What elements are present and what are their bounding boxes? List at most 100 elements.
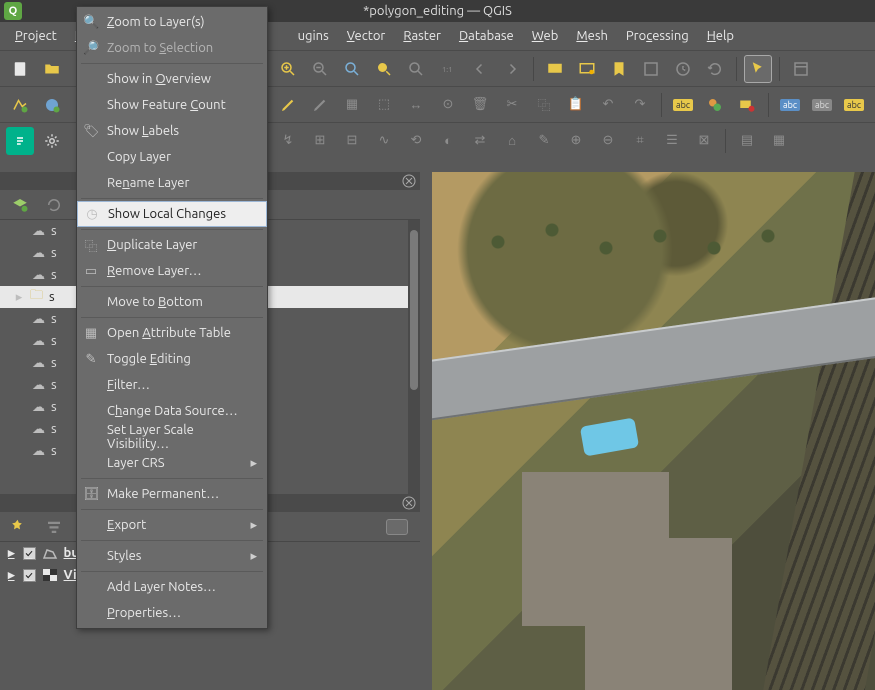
ctx-item-set-layer-scale-visibility[interactable]: Set Layer Scale Visibility… — [77, 424, 267, 450]
toggle-editing-button[interactable] — [274, 91, 302, 119]
cut-features-button[interactable]: ✂ — [498, 91, 526, 119]
label-tool-1-button[interactable]: abc — [669, 91, 697, 119]
adv-tool-8[interactable]: ⌂ — [498, 127, 526, 155]
new-bookmark-button[interactable] — [605, 55, 633, 83]
filter-legend-button[interactable] — [40, 513, 68, 541]
adv-tool-3[interactable]: ⊟ — [338, 127, 366, 155]
menu-mesh[interactable]: Mesh — [567, 25, 617, 47]
ctx-item-show-local-changes[interactable]: ◷Show Local Changes — [77, 201, 267, 227]
label-tool-3-button[interactable] — [733, 91, 761, 119]
ctx-item-make-permanent[interactable]: 🗄Make Permanent… — [77, 481, 267, 507]
open-project-button[interactable] — [38, 55, 66, 83]
menu-project[interactable]: Project — [6, 25, 66, 47]
ctx-item-show-in-overview[interactable]: Show in Overview — [77, 66, 267, 92]
ctx-item-copy-layer[interactable]: Copy Layer — [77, 144, 267, 170]
adv-tool-1[interactable]: ↯ — [274, 127, 302, 155]
map-canvas[interactable] — [432, 172, 875, 690]
move-feature-button[interactable]: ↔ — [402, 91, 430, 119]
adv-tool-7[interactable]: ⇄ — [466, 127, 494, 155]
refresh-browser-button[interactable] — [40, 191, 68, 219]
new-3d-view-button[interactable] — [573, 55, 601, 83]
label-tool-4-button[interactable]: abc — [776, 91, 804, 119]
menu-vector[interactable]: Vector — [338, 25, 395, 47]
keyboard-icon[interactable] — [386, 519, 408, 535]
ctx-item-zoom-to-layer-s[interactable]: 🔍Zoom to Layer(s) — [77, 9, 267, 35]
add-raster-layer-button[interactable] — [38, 91, 66, 119]
zoom-native-button[interactable]: 1:1 — [434, 55, 462, 83]
refresh-button[interactable] — [701, 55, 729, 83]
ctx-item-rename-layer[interactable]: Rename Layer — [77, 170, 267, 196]
node-tool-button[interactable]: ⊙ — [434, 91, 462, 119]
save-edits-button[interactable] — [306, 91, 334, 119]
ctx-item-filter[interactable]: Filter… — [77, 372, 267, 398]
adv-tool-4[interactable]: ∿ — [370, 127, 398, 155]
paste-features-button[interactable]: 📋 — [562, 91, 590, 119]
ctx-item-layer-crs[interactable]: Layer CRS▸ — [77, 450, 267, 476]
panel-close-icon[interactable] — [402, 174, 416, 188]
ctx-item-export[interactable]: Export▸ — [77, 512, 267, 538]
zoom-full-button[interactable] — [338, 55, 366, 83]
menu-help[interactable]: Help — [698, 25, 743, 47]
zoom-last-button[interactable] — [466, 55, 494, 83]
digitize-button[interactable]: ⬚ — [370, 91, 398, 119]
adv-tool-12[interactable]: ⌗ — [626, 127, 654, 155]
ctx-item-open-attribute-table[interactable]: ▦Open Attribute Table — [77, 320, 267, 346]
menu-database[interactable]: Database — [450, 25, 523, 47]
label-tool-6-button[interactable]: abc — [840, 91, 868, 119]
adv-tool-15[interactable]: ▤ — [733, 127, 761, 155]
adv-tool-9[interactable]: ✎ — [530, 127, 558, 155]
label-tool-2-button[interactable] — [701, 91, 729, 119]
expand-triangle-icon[interactable]: ▸ — [8, 546, 15, 561]
menu-plugins[interactable]: ugins — [289, 25, 338, 47]
ctx-item-remove-layer[interactable]: ▭Remove Layer… — [77, 258, 267, 284]
ctx-item-styles[interactable]: Styles▸ — [77, 543, 267, 569]
settings-button[interactable] — [38, 127, 66, 155]
zoom-layer-button[interactable] — [402, 55, 430, 83]
adv-tool-2[interactable]: ⊞ — [306, 127, 334, 155]
undo-button[interactable]: ↶ — [594, 91, 622, 119]
panel-extra-button[interactable] — [787, 55, 815, 83]
menu-raster[interactable]: Raster — [394, 25, 450, 47]
adv-tool-10[interactable]: ⊕ — [562, 127, 590, 155]
ctx-item-toggle-editing[interactable]: ✎Toggle Editing — [77, 346, 267, 372]
zoom-out-button[interactable] — [306, 55, 334, 83]
zoom-in-button[interactable] — [274, 55, 302, 83]
expand-triangle-icon[interactable]: ▸ — [14, 290, 24, 305]
expand-triangle-icon[interactable]: ▸ — [8, 568, 15, 583]
data-source-manager-button[interactable] — [6, 127, 34, 155]
ctx-item-show-labels[interactable]: 🏷Show Labels — [77, 118, 267, 144]
ctx-item-duplicate-layer[interactable]: ⿻Duplicate Layer — [77, 232, 267, 258]
add-layer-button[interactable] — [6, 191, 34, 219]
adv-tool-14[interactable]: ⊠ — [690, 127, 718, 155]
menu-web[interactable]: Web — [523, 25, 568, 47]
add-vector-layer-button[interactable] — [6, 91, 34, 119]
adv-tool-11[interactable]: ⊖ — [594, 127, 622, 155]
zoom-next-button[interactable] — [498, 55, 526, 83]
menu-processing[interactable]: Processing — [617, 25, 698, 47]
ctx-item-properties[interactable]: Properties… — [77, 600, 267, 626]
ctx-item-add-layer-notes[interactable]: Add Layer Notes… — [77, 574, 267, 600]
copy-features-button[interactable]: ⿻ — [530, 91, 558, 119]
new-map-view-button[interactable] — [541, 55, 569, 83]
zoom-selection-button[interactable] — [370, 55, 398, 83]
adv-tool-5[interactable]: ⟲ — [402, 127, 430, 155]
ctx-item-move-to-bottom[interactable]: Move to Bottom — [77, 289, 267, 315]
scrollbar-thumb[interactable] — [410, 230, 418, 390]
clock-button[interactable] — [669, 55, 697, 83]
delete-selected-button[interactable]: 🗑 — [466, 91, 494, 119]
visibility-checkbox[interactable]: ✓ — [23, 569, 36, 582]
add-feature-button[interactable]: ▦ — [338, 91, 366, 119]
new-project-button[interactable] — [6, 55, 34, 83]
redo-button[interactable]: ↷ — [626, 91, 654, 119]
ctx-item-show-feature-count[interactable]: Show Feature Count — [77, 92, 267, 118]
label-tool-5-button[interactable]: abc — [808, 91, 836, 119]
temporal-button[interactable] — [637, 55, 665, 83]
scrollbar-vertical[interactable] — [408, 220, 420, 512]
adv-tool-13[interactable]: ☰ — [658, 127, 686, 155]
visibility-checkbox[interactable]: ✓ — [23, 547, 36, 560]
adv-tool-6[interactable]: ◐ — [434, 127, 462, 155]
panel-close-icon[interactable] — [402, 496, 416, 510]
style-manager-button[interactable] — [6, 513, 34, 541]
adv-tool-16[interactable]: ▦ — [765, 127, 793, 155]
select-features-button[interactable] — [744, 55, 772, 83]
